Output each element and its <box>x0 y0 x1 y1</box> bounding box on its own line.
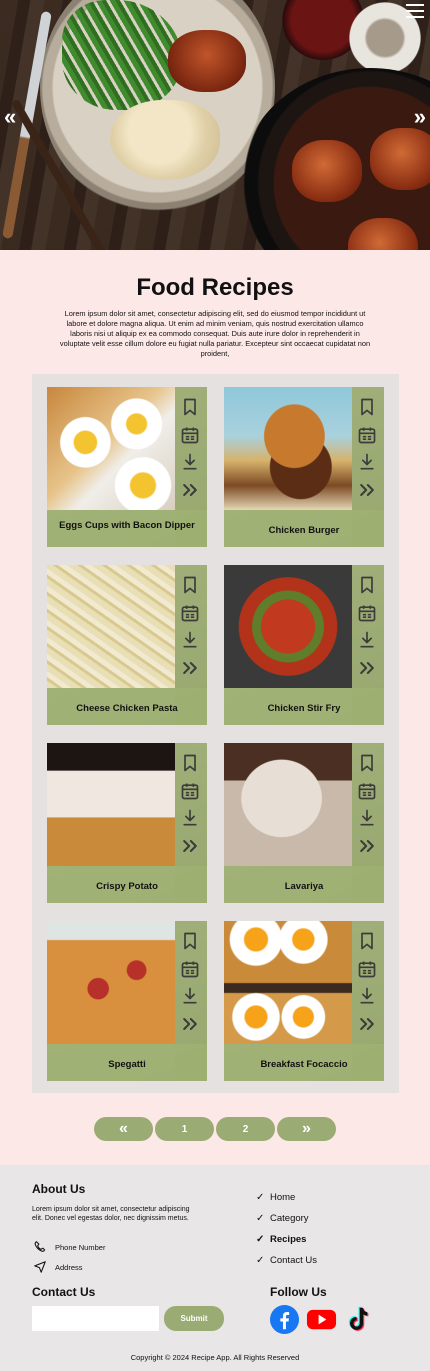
double-chevron-right-icon[interactable] <box>357 836 377 856</box>
recipe-name: Chicken Stir Fry <box>267 703 341 714</box>
recipe-name: Cheese Chicken Pasta <box>76 703 178 714</box>
follow-title: Follow Us <box>270 1285 327 1299</box>
recipe-card[interactable]: Crispy Potato <box>47 743 207 903</box>
calendar-icon[interactable] <box>180 425 200 445</box>
footer-nav-contact[interactable]: ✓ Contact Us <box>256 1255 317 1266</box>
contact-title: Contact Us <box>32 1285 96 1299</box>
recipe-image[interactable] <box>224 921 352 1044</box>
footer-nav-home[interactable]: ✓ Home <box>256 1192 295 1203</box>
recipe-name: Spegatti <box>108 1059 146 1070</box>
pagination-prev-button[interactable]: « <box>94 1117 153 1141</box>
bookmark-icon[interactable] <box>180 753 200 773</box>
address-row[interactable]: Address <box>32 1260 83 1274</box>
recipe-card[interactable]: Chicken Burger <box>224 387 384 547</box>
hero-next-button[interactable]: » <box>414 106 426 128</box>
double-chevron-right-icon[interactable] <box>357 1014 377 1034</box>
about-title: About Us <box>32 1182 86 1196</box>
download-icon[interactable] <box>357 986 377 1006</box>
download-icon[interactable] <box>357 808 377 828</box>
bookmark-icon[interactable] <box>357 575 377 595</box>
calendar-icon[interactable] <box>357 603 377 623</box>
phone-row[interactable]: Phone Number <box>32 1240 105 1254</box>
bookmark-icon[interactable] <box>357 931 377 951</box>
page-title: Food Recipes <box>136 274 294 301</box>
footer-nav-category[interactable]: ✓ Category <box>256 1213 309 1224</box>
calendar-icon[interactable] <box>357 959 377 979</box>
calendar-icon[interactable] <box>357 781 377 801</box>
recipe-card[interactable]: Eggs Cups with Bacon Dipper <box>47 387 207 547</box>
intro-text: Lorem ipsum dolor sit amet, consectetur … <box>59 309 371 358</box>
double-chevron-right-icon[interactable] <box>357 658 377 678</box>
recipe-image[interactable] <box>224 387 352 510</box>
calendar-icon[interactable] <box>357 425 377 445</box>
hamburger-menu-icon[interactable] <box>406 4 424 18</box>
double-chevron-right-icon[interactable] <box>180 1014 200 1034</box>
download-icon[interactable] <box>357 452 377 472</box>
about-text: Lorem ipsum dolor sit amet, consectetur … <box>32 1206 190 1222</box>
download-icon[interactable] <box>180 808 200 828</box>
copyright-text: Copyright © 2024 Recipe App. All Rights … <box>130 1353 300 1362</box>
address-label: Address <box>55 1262 83 1272</box>
hero-prev-button[interactable]: « <box>4 106 16 128</box>
download-icon[interactable] <box>180 986 200 1006</box>
bookmark-icon[interactable] <box>180 575 200 595</box>
phone-icon <box>34 1241 46 1252</box>
recipe-image[interactable] <box>224 565 352 688</box>
recipe-card[interactable]: Breakfast Focaccio <box>224 921 384 1081</box>
phone-label: Phone Number <box>55 1242 106 1252</box>
footer-nav-recipes[interactable]: ✓ Recipes <box>256 1234 306 1245</box>
check-icon: ✓ <box>256 1213 265 1224</box>
check-icon: ✓ <box>256 1234 265 1245</box>
tiktok-icon[interactable] <box>343 1304 374 1335</box>
recipe-card[interactable]: Chicken Stir Fry <box>224 565 384 725</box>
recipe-name: Chicken Burger <box>268 525 340 536</box>
pagination-page-1[interactable]: 1 <box>155 1117 214 1141</box>
recipe-image[interactable] <box>47 387 175 510</box>
double-chevron-right-icon[interactable] <box>180 480 200 500</box>
recipe-image[interactable] <box>47 565 175 688</box>
recipe-grid: Eggs Cups with Bacon Dipper Chicken Burge… <box>32 374 399 1093</box>
pagination-page-2[interactable]: 2 <box>216 1117 275 1141</box>
recipe-image[interactable] <box>47 921 175 1044</box>
facebook-icon[interactable] <box>269 1304 300 1335</box>
location-arrow-icon <box>34 1261 46 1273</box>
hero-banner: « » <box>0 0 430 250</box>
recipe-name: Eggs Cups with Bacon Dipper <box>59 520 195 531</box>
calendar-icon[interactable] <box>180 781 200 801</box>
check-icon: ✓ <box>256 1255 265 1266</box>
download-icon[interactable] <box>180 452 200 472</box>
recipe-image[interactable] <box>224 743 352 866</box>
bookmark-icon[interactable] <box>180 931 200 951</box>
recipe-name: Lavariya <box>284 881 324 892</box>
double-chevron-right-icon[interactable] <box>357 480 377 500</box>
download-icon[interactable] <box>180 630 200 650</box>
recipe-card[interactable]: Cheese Chicken Pasta <box>47 565 207 725</box>
bookmark-icon[interactable] <box>180 397 200 417</box>
recipe-card[interactable]: Lavariya <box>224 743 384 903</box>
download-icon[interactable] <box>357 630 377 650</box>
double-chevron-right-icon[interactable] <box>180 836 200 856</box>
recipe-name: Breakfast Focaccio <box>260 1059 348 1070</box>
recipe-card[interactable]: Spegatti <box>47 921 207 1081</box>
pagination-next-button[interactable]: » <box>277 1117 336 1141</box>
check-icon: ✓ <box>256 1192 265 1203</box>
recipe-image[interactable] <box>47 743 175 866</box>
recipe-name: Crispy Potato <box>96 881 158 892</box>
email-input[interactable] <box>32 1306 159 1331</box>
double-chevron-right-icon[interactable] <box>180 658 200 678</box>
youtube-icon[interactable] <box>306 1304 337 1335</box>
bookmark-icon[interactable] <box>357 753 377 773</box>
bookmark-icon[interactable] <box>357 397 377 417</box>
submit-button[interactable]: Submit <box>164 1306 224 1331</box>
calendar-icon[interactable] <box>180 959 200 979</box>
calendar-icon[interactable] <box>180 603 200 623</box>
